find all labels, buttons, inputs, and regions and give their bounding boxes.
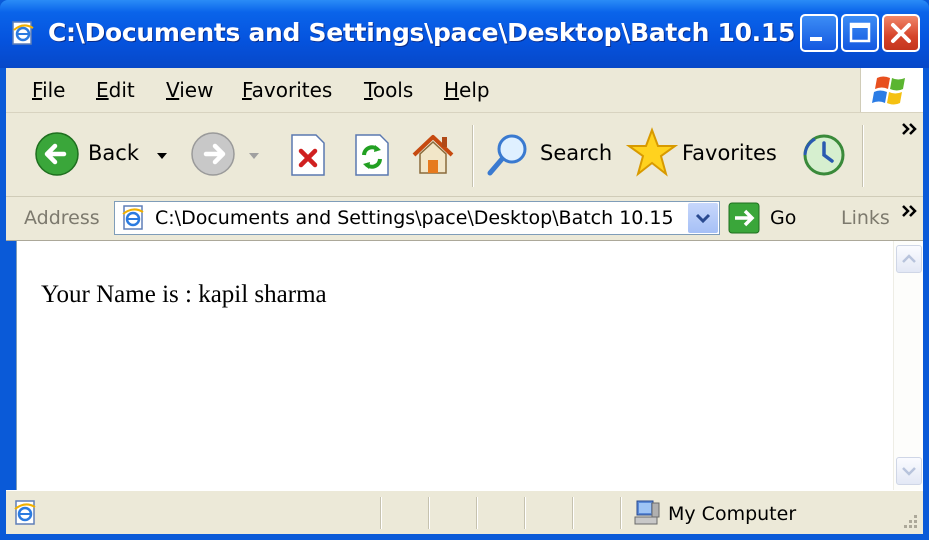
title-bar[interactable]: C:\Documents and Settings\pace\Desktop\B… xyxy=(0,0,929,68)
forward-button[interactable] xyxy=(186,129,266,181)
close-icon xyxy=(891,23,911,43)
status-divider xyxy=(380,497,382,529)
status-divider xyxy=(524,497,526,529)
toolbar-separator xyxy=(862,125,864,187)
window-title: C:\Documents and Settings\pace\Desktop\B… xyxy=(48,18,848,47)
maximize-icon xyxy=(849,22,871,43)
chevron-more-icon[interactable] xyxy=(900,121,920,137)
status-divider xyxy=(620,497,622,529)
status-bar: My Computer xyxy=(6,490,923,534)
forward-dropdown-icon xyxy=(249,153,259,159)
maximize-button[interactable] xyxy=(841,14,879,52)
chevron-more-icon[interactable] xyxy=(900,203,920,219)
address-value: C:\Documents and Settings\pace\Desktop\B… xyxy=(155,207,674,229)
menu-view[interactable]: View xyxy=(166,78,213,102)
vertical-scrollbar[interactable] xyxy=(893,241,923,490)
back-arrow-icon xyxy=(35,132,79,176)
search-label: Search xyxy=(540,141,613,165)
windows-flag-icon xyxy=(872,76,905,105)
my-computer-icon xyxy=(634,500,660,525)
address-input[interactable]: C:\Documents and Settings\pace\Desktop\B… xyxy=(114,201,720,235)
forward-arrow-icon xyxy=(191,132,235,176)
refresh-icon[interactable] xyxy=(352,133,392,177)
ie-page-icon xyxy=(12,21,34,45)
address-label: Address xyxy=(24,207,100,229)
go-label: Go xyxy=(770,207,797,229)
page-content: Your Name is : kapil sharma xyxy=(16,241,893,490)
menu-file[interactable]: File xyxy=(32,78,65,102)
chevron-down-icon xyxy=(902,467,916,476)
minimize-button[interactable] xyxy=(800,14,838,52)
chevron-up-icon xyxy=(902,254,916,263)
scroll-down-button[interactable] xyxy=(896,457,922,485)
minimize-icon xyxy=(810,37,822,41)
search-icon xyxy=(487,134,527,176)
name-output-text: Your Name is : kapil sharma xyxy=(41,281,327,308)
menu-bar: File Edit View Favorites Tools Help xyxy=(6,68,923,113)
links-label[interactable]: Links xyxy=(841,207,890,229)
favorites-button[interactable]: Favorites xyxy=(626,127,778,181)
menu-favorites[interactable]: Favorites xyxy=(242,78,332,102)
chevron-down-icon xyxy=(695,213,711,224)
status-divider xyxy=(572,497,574,529)
home-icon[interactable] xyxy=(408,129,458,179)
windows-logo xyxy=(860,68,923,112)
go-arrow-icon xyxy=(728,202,760,234)
star-icon xyxy=(626,127,678,177)
back-dropdown-icon xyxy=(157,153,167,159)
standard-toolbar: Back Search Favorites xyxy=(6,113,923,197)
menu-tools[interactable]: Tools xyxy=(364,78,413,102)
toolbar-separator xyxy=(472,125,474,187)
stop-icon[interactable] xyxy=(288,133,328,177)
status-zone: My Computer xyxy=(668,503,797,525)
back-label: Back xyxy=(88,141,139,165)
history-icon[interactable] xyxy=(800,131,848,179)
search-button[interactable]: Search xyxy=(484,129,613,181)
status-divider xyxy=(476,497,478,529)
address-dropdown-button[interactable] xyxy=(688,203,718,233)
back-button[interactable]: Back xyxy=(30,129,180,181)
browser-window: C:\Documents and Settings\pace\Desktop\B… xyxy=(0,0,929,540)
resize-grip-icon[interactable] xyxy=(901,512,919,530)
status-divider xyxy=(428,497,430,529)
ie-page-icon xyxy=(14,500,36,525)
close-button[interactable] xyxy=(882,14,920,52)
scroll-up-button[interactable] xyxy=(896,245,922,273)
ie-page-icon xyxy=(122,205,144,230)
favorites-label: Favorites xyxy=(682,141,777,165)
address-bar: Address C:\Documents and Settings\pace\D… xyxy=(6,197,923,241)
menu-edit[interactable]: Edit xyxy=(96,78,135,102)
menu-help[interactable]: Help xyxy=(444,78,490,102)
